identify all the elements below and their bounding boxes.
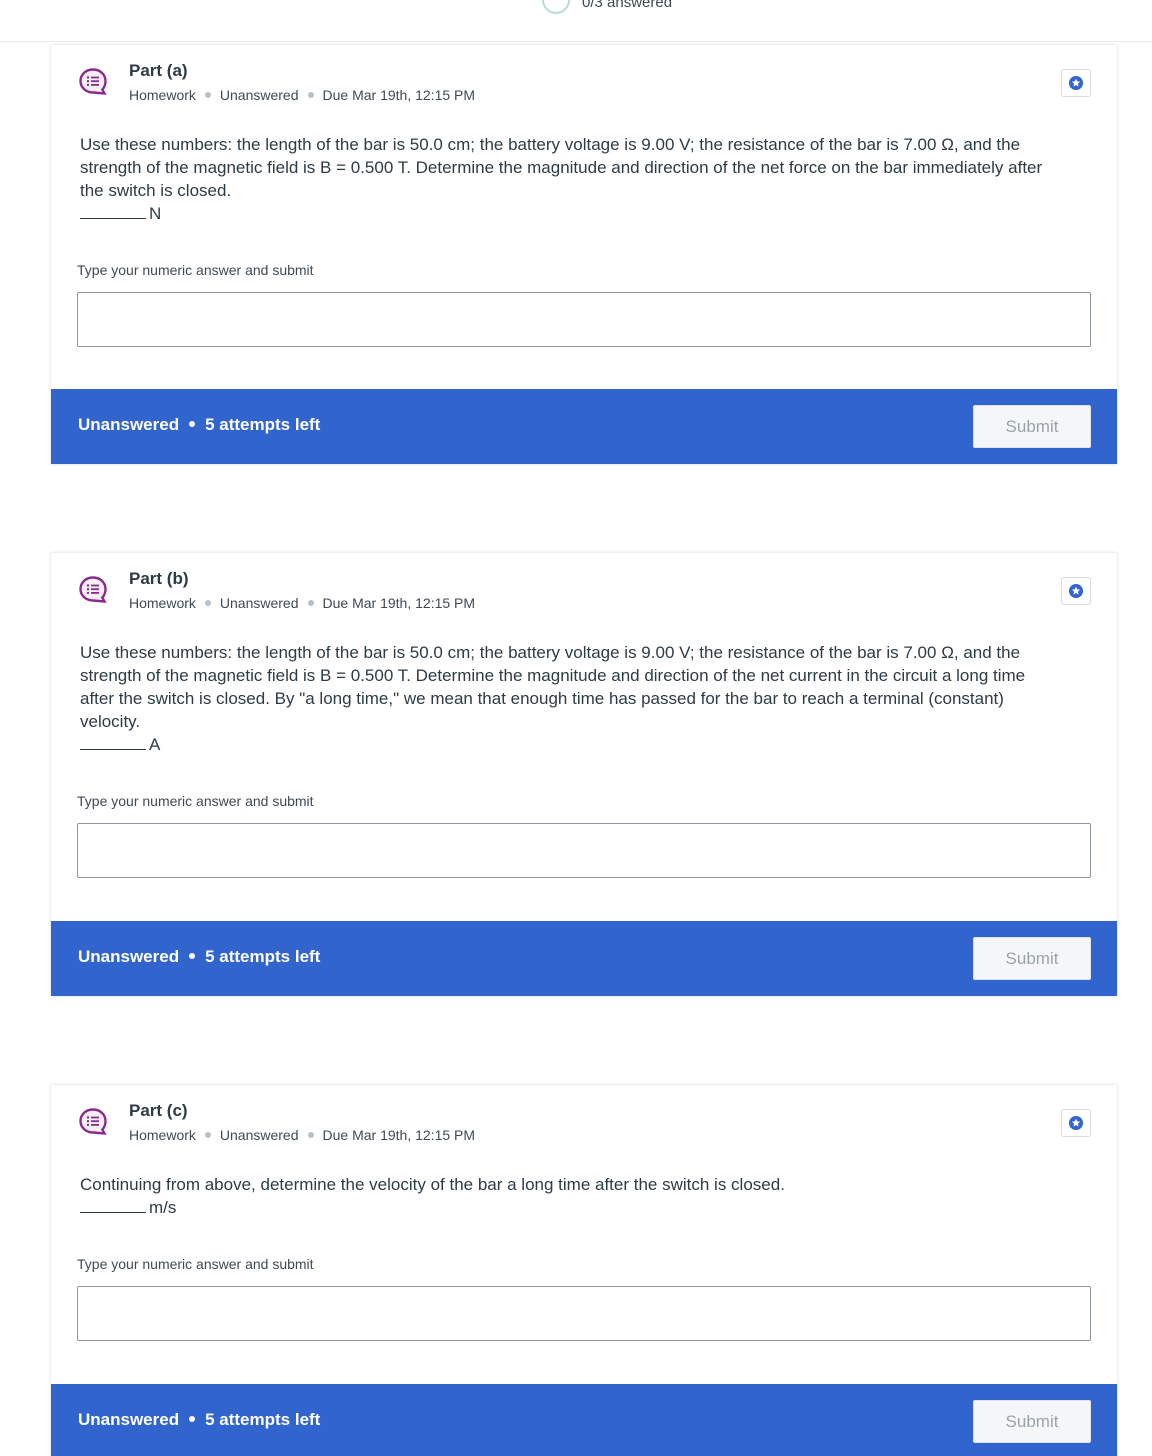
question-card-c: Part (c) Homework Unanswered Due Mar 19th,… xyxy=(51,1085,1117,1456)
bookmark-star-button[interactable] xyxy=(1061,577,1091,605)
part-meta: Homework Unanswered Due Mar 19th, 12:15 PM xyxy=(129,1127,475,1143)
footer-status: Unanswered 5 attempts left xyxy=(78,415,320,435)
question-line: Continuing from above, determine the vel… xyxy=(80,1175,785,1194)
part-title: Part (a) xyxy=(129,61,188,80)
part-title: Part (c) xyxy=(129,1101,188,1120)
attempts-left: 5 attempts left xyxy=(205,1410,321,1429)
question-bubble-icon xyxy=(79,1108,107,1135)
footer-status-label: Unanswered xyxy=(78,1410,180,1429)
part-status: Unanswered xyxy=(219,87,299,103)
card-footer: Unanswered 5 attempts left Submit xyxy=(51,389,1117,464)
question-text: Continuing from above, determine the vel… xyxy=(80,1173,1077,1219)
part-title: Part (b) xyxy=(129,569,189,588)
card-header: Part (a) Homework Unanswered Due Mar 19th,… xyxy=(51,45,1117,125)
separator-dot xyxy=(189,421,196,428)
card-header: Part (c) Homework Unanswered Due Mar 19th,… xyxy=(51,1085,1117,1165)
assignment-type: Homework xyxy=(129,595,196,611)
question-bubble-icon xyxy=(79,576,107,603)
attempts-left: 5 attempts left xyxy=(205,415,321,434)
footer-status-label: Unanswered xyxy=(78,415,180,434)
question-line: strength of the magnetic field is B = 0.… xyxy=(80,666,1026,685)
part-status: Unanswered xyxy=(219,595,299,611)
question-line: strength of the magnetic field is B = 0.… xyxy=(80,158,1043,177)
top-bar: 0/3 answered xyxy=(0,0,1152,42)
answer-instructions: Type your numeric answer and submit xyxy=(77,793,314,809)
unit-label: A xyxy=(149,735,161,754)
due-date: Due Mar 19th, 12:15 PM xyxy=(322,87,476,103)
part-meta: Homework Unanswered Due Mar 19th, 12:15 PM xyxy=(129,595,475,611)
question-bubble-icon xyxy=(79,68,107,95)
answer-instructions: Type your numeric answer and submit xyxy=(77,1256,314,1272)
submit-button[interactable]: Submit xyxy=(973,1400,1091,1443)
blank-line xyxy=(80,204,146,219)
question-line: the switch is closed. xyxy=(80,181,232,200)
answer-instructions: Type your numeric answer and submit xyxy=(77,262,314,278)
card-header: Part (b) Homework Unanswered Due Mar 19th,… xyxy=(51,553,1117,633)
separator-dot xyxy=(189,953,196,960)
question-line: Use these numbers: the length of the bar… xyxy=(80,135,1021,154)
due-date: Due Mar 19th, 12:15 PM xyxy=(322,595,476,611)
separator-dot xyxy=(204,600,211,607)
question-text: Use these numbers: the length of the bar… xyxy=(80,641,1077,756)
numeric-answer-input[interactable] xyxy=(77,1286,1091,1341)
question-card-b: Part (b) Homework Unanswered Due Mar 19th,… xyxy=(51,553,1117,996)
star-icon xyxy=(1069,1116,1083,1130)
footer-status: Unanswered 5 attempts left xyxy=(78,1410,320,1430)
card-footer: Unanswered 5 attempts left Submit xyxy=(51,921,1117,996)
answer-blank: A xyxy=(80,733,1077,756)
answer-blank: m/s xyxy=(80,1196,1077,1219)
separator-dot xyxy=(189,1416,196,1423)
due-date: Due Mar 19th, 12:15 PM xyxy=(322,1127,476,1143)
question-line: after the switch is closed. By "a long t… xyxy=(80,689,1004,708)
unit-label: N xyxy=(149,204,162,223)
answer-blank: N xyxy=(80,202,1077,225)
part-meta: Homework Unanswered Due Mar 19th, 12:15 PM xyxy=(129,87,475,103)
progress-text: 0/3 answered xyxy=(582,0,673,11)
question-card-a: Part (a) Homework Unanswered Due Mar 19th,… xyxy=(51,45,1117,464)
star-icon xyxy=(1069,76,1083,90)
blank-line xyxy=(80,735,146,750)
separator-dot xyxy=(307,1132,314,1139)
blank-line xyxy=(80,1198,146,1213)
attempts-left: 5 attempts left xyxy=(205,947,321,966)
separator-dot xyxy=(307,600,314,607)
progress-ring-icon xyxy=(542,0,570,14)
question-text: Use these numbers: the length of the bar… xyxy=(80,133,1077,225)
numeric-answer-input[interactable] xyxy=(77,292,1091,347)
separator-dot xyxy=(307,92,314,99)
unit-label: m/s xyxy=(149,1198,177,1217)
star-icon xyxy=(1069,584,1083,598)
assignment-type: Homework xyxy=(129,1127,196,1143)
card-footer: Unanswered 5 attempts left Submit xyxy=(51,1384,1117,1456)
part-status: Unanswered xyxy=(219,1127,299,1143)
submit-button[interactable]: Submit xyxy=(973,405,1091,448)
assignment-type: Homework xyxy=(129,87,196,103)
numeric-answer-input[interactable] xyxy=(77,823,1091,878)
question-line: Use these numbers: the length of the bar… xyxy=(80,643,1021,662)
separator-dot xyxy=(204,92,211,99)
footer-status-label: Unanswered xyxy=(78,947,180,966)
bookmark-star-button[interactable] xyxy=(1061,69,1091,97)
footer-status: Unanswered 5 attempts left xyxy=(78,947,320,967)
submit-button[interactable]: Submit xyxy=(973,937,1091,980)
question-line: velocity. xyxy=(80,712,141,731)
bookmark-star-button[interactable] xyxy=(1061,1109,1091,1137)
separator-dot xyxy=(204,1132,211,1139)
